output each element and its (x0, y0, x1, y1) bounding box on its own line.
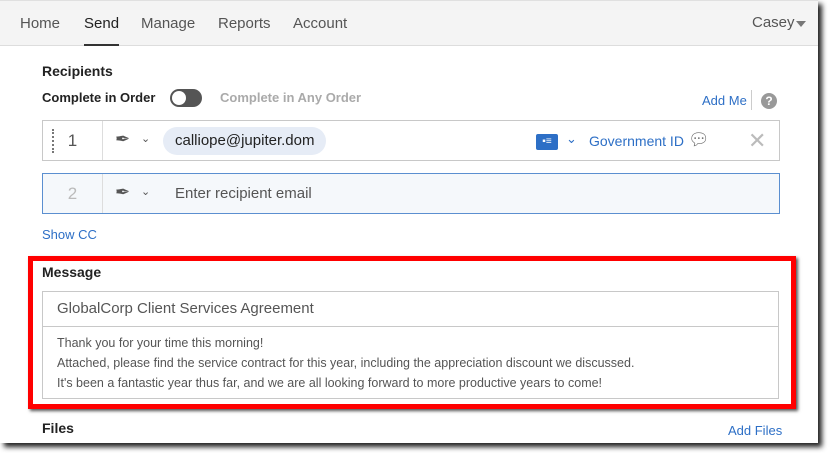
tab-manage[interactable]: Manage (141, 15, 195, 32)
recipient-row: 2 ✒ ⌄ Enter recipient email (42, 173, 780, 214)
recipients-heading: Recipients (42, 63, 113, 79)
add-me-link[interactable]: Add Me (702, 93, 747, 108)
tab-send[interactable]: Send (84, 15, 120, 46)
pen-icon[interactable]: ✒ (115, 182, 130, 203)
recipient-row: 1 ✒ ⌄ calliope@jupiter.dom ▪≡ ⌄ Governme… (42, 120, 780, 161)
recipient-number: 2 (43, 174, 103, 213)
id-card-icon[interactable]: ▪≡ (536, 134, 558, 150)
divider (751, 90, 752, 110)
recipient-email-input[interactable]: Enter recipient email (175, 185, 312, 202)
complete-any-order-label: Complete in Any Order (220, 90, 362, 105)
add-files-link[interactable]: Add Files (728, 423, 782, 438)
complete-in-order-label: Complete in Order (42, 90, 156, 105)
app-window: Home Send Manage Reports Account Casey R… (0, 0, 818, 443)
order-toggle[interactable] (170, 89, 202, 107)
chevron-down-icon[interactable]: ⌄ (566, 131, 577, 147)
help-icon[interactable]: ? (761, 93, 777, 109)
pen-icon[interactable]: ✒ (115, 129, 130, 150)
tab-home[interactable]: Home (20, 15, 60, 32)
tab-reports[interactable]: Reports (218, 15, 271, 32)
tab-account[interactable]: Account (293, 15, 347, 32)
files-heading: Files (42, 420, 74, 436)
highlight-box (28, 256, 796, 409)
close-icon[interactable]: ✕ (748, 128, 766, 154)
show-cc-link[interactable]: Show CC (42, 227, 97, 242)
auth-method[interactable]: Government ID (589, 133, 684, 149)
recipient-number: 1 (43, 121, 103, 160)
chevron-down-icon[interactable]: ⌄ (141, 132, 150, 145)
recipient-email-chip[interactable]: calliope@jupiter.dom (163, 127, 327, 155)
chevron-down-icon[interactable]: ⌄ (141, 185, 150, 198)
caret-down-icon[interactable] (796, 21, 806, 32)
message-bubble-icon[interactable]: 💬︎ (688, 130, 710, 150)
user-menu[interactable]: Casey (752, 14, 795, 31)
top-nav: Home Send Manage Reports Account Casey (0, 0, 818, 46)
